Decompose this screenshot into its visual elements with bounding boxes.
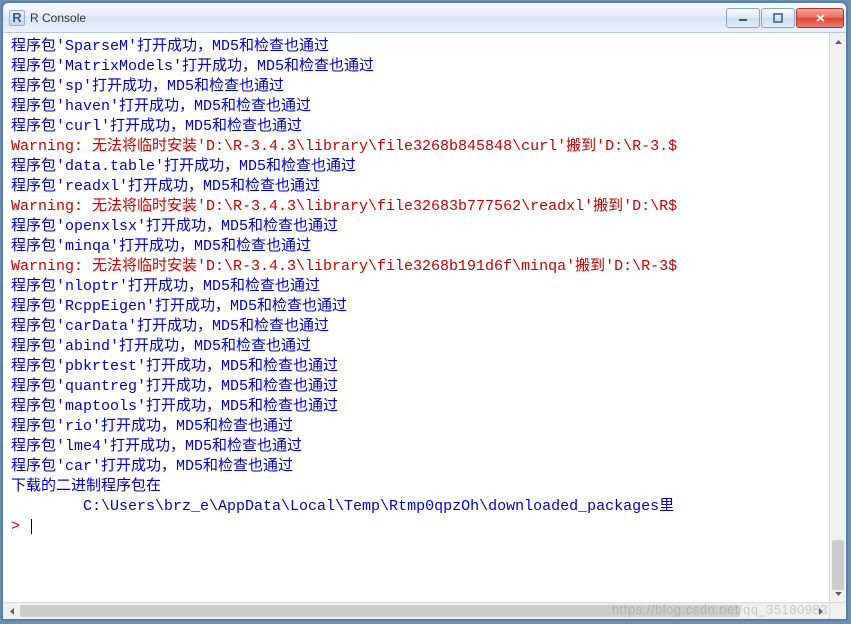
window-title: R Console xyxy=(30,11,726,25)
console-line: 程序包'abind'打开成功，MD5和检查也通过 xyxy=(11,337,825,357)
hscroll-track[interactable] xyxy=(20,603,812,619)
vscroll-track[interactable] xyxy=(830,50,846,585)
hscroll-thumb[interactable] xyxy=(20,605,740,617)
console-area: 程序包'SparseM'打开成功，MD5和检查也通过程序包'MatrixMode… xyxy=(3,33,846,619)
scroll-left-button[interactable] xyxy=(3,603,20,619)
scroll-right-button[interactable] xyxy=(812,603,829,619)
scroll-up-button[interactable] xyxy=(830,33,846,50)
maximize-button[interactable] xyxy=(761,8,795,28)
console-line: Warning: 无法将临时安装'D:\R-3.4.3\library\file… xyxy=(11,137,825,157)
console-line: 程序包'haven'打开成功，MD5和检查也通过 xyxy=(11,97,825,117)
scrollbar-corner xyxy=(829,602,846,619)
console-line: 程序包'carData'打开成功，MD5和检查也通过 xyxy=(11,317,825,337)
console-line: 程序包'openxlsx'打开成功，MD5和检查也通过 xyxy=(11,217,825,237)
console-line: 程序包'readxl'打开成功，MD5和检查也通过 xyxy=(11,177,825,197)
console-line: 程序包'lme4'打开成功，MD5和检查也通过 xyxy=(11,437,825,457)
vertical-scrollbar[interactable] xyxy=(829,33,846,602)
console-line: 程序包'nloptr'打开成功，MD5和检查也通过 xyxy=(11,277,825,297)
console-line: Warning: 无法将临时安装'D:\R-3.4.3\library\file… xyxy=(11,197,825,217)
console-line: 程序包'MatrixModels'打开成功，MD5和检查也通过 xyxy=(11,57,825,77)
titlebar[interactable]: R R Console xyxy=(3,3,846,33)
r-console-window: R R Console 程序包'SparseM'打开成功，MD5和检查也通过程序… xyxy=(2,2,847,620)
console-line: 程序包'quantreg'打开成功，MD5和检查也通过 xyxy=(11,377,825,397)
prompt-line[interactable]: > xyxy=(11,517,825,537)
app-icon: R xyxy=(9,10,25,26)
caret xyxy=(31,519,32,534)
console-line: 程序包'maptools'打开成功，MD5和检查也通过 xyxy=(11,397,825,417)
console-line: 程序包'curl'打开成功，MD5和检查也通过 xyxy=(11,117,825,137)
minimize-button[interactable] xyxy=(726,8,760,28)
console-line: C:\Users\brz_e\AppData\Local\Temp\Rtmp0q… xyxy=(11,497,825,517)
console-line: 下载的二进制程序包在 xyxy=(11,477,825,497)
console-line: 程序包'rio'打开成功，MD5和检查也通过 xyxy=(11,417,825,437)
console-line: 程序包'data.table'打开成功，MD5和检查也通过 xyxy=(11,157,825,177)
console-line: Warning: 无法将临时安装'D:\R-3.4.3\library\file… xyxy=(11,257,825,277)
window-controls xyxy=(726,8,844,28)
console-line: 程序包'car'打开成功，MD5和检查也通过 xyxy=(11,457,825,477)
console-line: 程序包'RcppEigen'打开成功，MD5和检查也通过 xyxy=(11,297,825,317)
console-line: 程序包'minqa'打开成功，MD5和检查也通过 xyxy=(11,237,825,257)
console-line: 程序包'pbkrtest'打开成功，MD5和检查也通过 xyxy=(11,357,825,377)
console-line: 程序包'SparseM'打开成功，MD5和检查也通过 xyxy=(11,37,825,57)
close-button[interactable] xyxy=(796,8,844,28)
console-output[interactable]: 程序包'SparseM'打开成功，MD5和检查也通过程序包'MatrixMode… xyxy=(3,33,829,602)
horizontal-scrollbar[interactable] xyxy=(3,602,829,619)
vscroll-thumb[interactable] xyxy=(832,540,844,590)
console-line: 程序包'sp'打开成功，MD5和检查也通过 xyxy=(11,77,825,97)
